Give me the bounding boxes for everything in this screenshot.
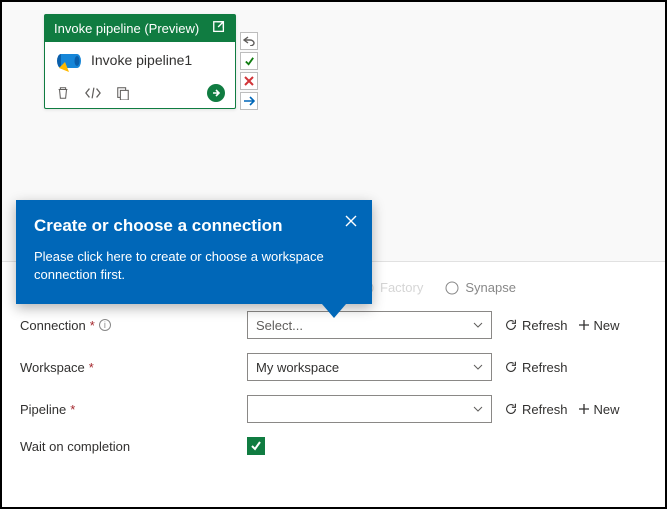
close-icon[interactable]: [344, 214, 358, 231]
activity-header: Invoke pipeline (Preview): [45, 15, 235, 42]
skip-icon[interactable]: [240, 92, 258, 110]
connection-label-text: Connection: [20, 318, 86, 333]
chevron-down-icon: [473, 364, 483, 370]
wait-label-text: Wait on completion: [20, 439, 130, 454]
row-workspace: Workspace * My workspace Refresh: [20, 353, 647, 381]
radio-synapse-label: Synapse: [465, 280, 516, 295]
callout-title: Create or choose a connection: [34, 216, 354, 236]
info-icon[interactable]: i: [99, 319, 111, 331]
activity-status-icons: [240, 32, 258, 110]
activity-footer: [45, 78, 235, 108]
undo-icon[interactable]: [240, 32, 258, 50]
refresh-icon: [504, 402, 518, 416]
refresh-label: Refresh: [522, 318, 568, 333]
connection-callout: Create or choose a connection Please cli…: [16, 200, 372, 304]
fail-icon[interactable]: [240, 72, 258, 90]
wait-checkbox[interactable]: [247, 437, 265, 455]
code-icon[interactable]: [85, 85, 101, 101]
pipeline-label-text: Pipeline: [20, 402, 66, 417]
pipeline-refresh[interactable]: Refresh: [504, 402, 568, 417]
required-indicator: *: [70, 402, 75, 417]
success-icon[interactable]: [240, 52, 258, 70]
wait-label: Wait on completion: [20, 439, 235, 454]
workspace-label-text: Workspace: [20, 360, 85, 375]
required-indicator: *: [89, 360, 94, 375]
new-label: New: [594, 402, 620, 417]
pipeline-canvas[interactable]: Invoke pipeline (Preview) Invoke pipelin…: [2, 2, 665, 262]
connection-value: Select...: [256, 318, 303, 333]
chevron-down-icon: [473, 406, 483, 412]
workspace-refresh[interactable]: Refresh: [504, 360, 568, 375]
pipeline-label: Pipeline *: [20, 402, 235, 417]
workspace-label: Workspace *: [20, 360, 235, 375]
connection-refresh[interactable]: Refresh: [504, 318, 568, 333]
plus-icon: [578, 403, 590, 415]
refresh-icon: [504, 318, 518, 332]
service-type-radios: Factory Synapse: [360, 280, 647, 295]
row-pipeline: Pipeline * Refresh New: [20, 395, 647, 423]
refresh-icon: [504, 360, 518, 374]
workspace-value: My workspace: [256, 360, 339, 375]
run-icon[interactable]: [207, 84, 225, 102]
connection-new[interactable]: New: [578, 318, 620, 333]
activity-body: Invoke pipeline1: [45, 42, 235, 78]
copy-icon[interactable]: [115, 85, 131, 101]
callout-body: Please click here to create or choose a …: [34, 248, 354, 284]
activity-card-invoke-pipeline[interactable]: Invoke pipeline (Preview) Invoke pipelin…: [44, 14, 236, 109]
activity-name: Invoke pipeline1: [91, 52, 192, 68]
open-external-icon[interactable]: [212, 20, 226, 37]
delete-icon[interactable]: [55, 85, 71, 101]
refresh-label: Refresh: [522, 402, 568, 417]
pipeline-select[interactable]: [247, 395, 492, 423]
refresh-label: Refresh: [522, 360, 568, 375]
connection-select[interactable]: Select...: [247, 311, 492, 339]
required-indicator: *: [90, 318, 95, 333]
activity-type-label: Invoke pipeline (Preview): [54, 21, 199, 36]
radio-synapse[interactable]: Synapse: [445, 280, 516, 295]
plus-icon: [578, 319, 590, 331]
pipeline-icon: [55, 50, 81, 70]
workspace-select[interactable]: My workspace: [247, 353, 492, 381]
radio-factory-label: Factory: [380, 280, 423, 295]
new-label: New: [594, 318, 620, 333]
row-wait-on-completion: Wait on completion: [20, 437, 647, 455]
pipeline-new[interactable]: New: [578, 402, 620, 417]
chevron-down-icon: [473, 322, 483, 328]
connection-label: Connection * i: [20, 318, 235, 333]
